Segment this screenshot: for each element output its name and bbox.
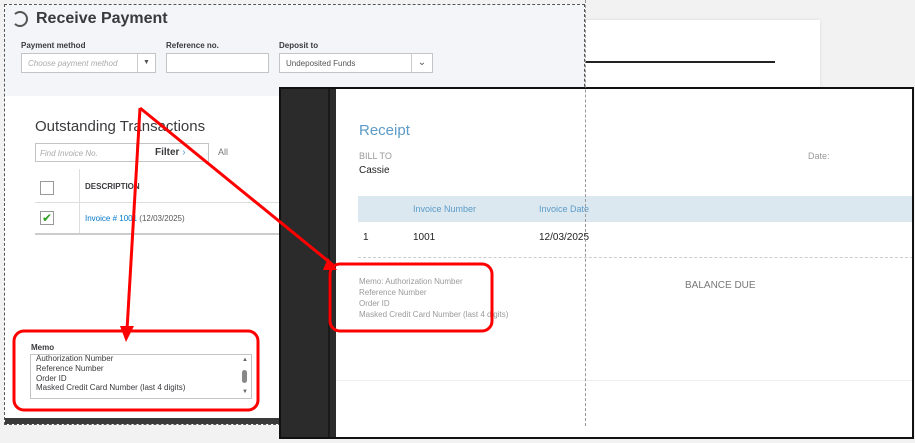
memo-highlight-box bbox=[12, 329, 260, 412]
arrow-to-receipt bbox=[139, 106, 334, 267]
arrowhead-icon bbox=[120, 326, 134, 342]
arrow-to-memo bbox=[125, 107, 142, 331]
receipt-memo-highlight-box bbox=[328, 262, 494, 333]
annotation-overlay bbox=[12, 106, 494, 412]
